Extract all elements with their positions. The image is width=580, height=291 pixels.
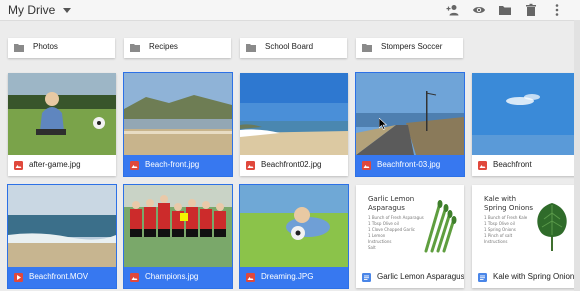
folder-icon <box>362 44 372 52</box>
image-file-icon <box>362 161 371 170</box>
more-vert-icon[interactable] <box>550 3 564 17</box>
folder-label: Recipes <box>149 42 178 51</box>
doc-line: 1 Pinch of salt <box>484 233 513 238</box>
file-caption: Beachfront-03.jpg <box>356 155 464 176</box>
file-caption: Champions.jpg <box>124 267 232 288</box>
folder-stompers-soccer[interactable]: Stompers Soccer <box>356 38 463 58</box>
my-drive-menu[interactable]: My Drive <box>8 3 71 17</box>
photo-thumbnail <box>472 73 580 155</box>
folder-icon <box>130 44 140 52</box>
doc-line: 1 Tbsp Olive oil <box>368 221 399 226</box>
doc-line: 1 Spring Onions <box>484 227 516 232</box>
folder-label: School Board <box>265 42 314 51</box>
video-thumbnail <box>8 185 116 267</box>
folder-label: Stompers Soccer <box>381 42 443 51</box>
doc-line: Instructions <box>368 239 392 244</box>
doc-line: 1 Tbsp Olive oil <box>484 221 515 226</box>
doc-line: 1 Clove Chopped Garlic <box>368 227 416 232</box>
file-tile[interactable]: Beachfront <box>472 73 580 176</box>
doc-preview-title: Garlic Lemon Asparagus <box>368 195 414 213</box>
folder-recipes[interactable]: Recipes <box>124 38 231 58</box>
file-caption: Beachfront <box>472 155 580 176</box>
file-caption: Kale with Spring Onions <box>472 267 580 288</box>
top-toolbar: My Drive <box>0 0 580 21</box>
file-caption: Dreaming.JPG <box>240 267 348 288</box>
image-file-icon <box>14 161 23 170</box>
doc-line: Instructions <box>484 239 508 244</box>
doc-preview: Garlic Lemon Asparagus 1 Bunch of Fresh … <box>356 185 464 267</box>
doc-line: 1 Lemon <box>368 233 386 238</box>
file-name: Beachfront-03.jpg <box>377 160 441 169</box>
folder-icon <box>246 44 256 52</box>
folder-icon <box>14 44 24 52</box>
chevron-down-icon <box>63 8 71 13</box>
page-title: My Drive <box>8 3 56 17</box>
file-tile[interactable]: Beach-front.jpg <box>124 73 232 176</box>
photo-thumbnail <box>8 73 116 155</box>
doc-file-icon <box>362 273 371 282</box>
photo-thumbnail <box>124 185 232 267</box>
file-name: Champions.jpg <box>145 272 199 281</box>
file-tile[interactable]: Kale with Spring Onions 1 Bunch of Fresh… <box>472 185 580 288</box>
photo-thumbnail <box>240 73 348 155</box>
doc-preview-title: Kale with Spring Onions <box>484 195 533 213</box>
file-caption: Garlic Lemon Asparagus <box>356 267 464 288</box>
file-name: Beachfront.MOV <box>29 272 89 281</box>
file-tile[interactable]: Beachfront-03.jpg <box>356 73 464 176</box>
file-tile[interactable]: Beachfront02.jpg <box>240 73 348 176</box>
file-name: Kale with Spring Onions <box>493 272 579 281</box>
scrollbar[interactable] <box>574 20 580 291</box>
file-name: after-game.jpg <box>29 160 81 169</box>
file-tile[interactable]: after-game.jpg <box>8 73 116 176</box>
file-caption: Beach-front.jpg <box>124 155 232 176</box>
photo-thumbnail <box>240 185 348 267</box>
file-tile[interactable]: Garlic Lemon Asparagus 1 Bunch of Fresh … <box>356 185 464 288</box>
file-tile[interactable]: Champions.jpg <box>124 185 232 288</box>
asparagus-illustration <box>424 200 457 253</box>
doc-title-line: Garlic Lemon <box>368 195 415 203</box>
file-caption: Beachfront.MOV <box>8 267 116 288</box>
doc-line: 1 Bunch of Fresh Asparagus <box>368 215 424 220</box>
file-tile[interactable]: Beachfront.MOV <box>8 185 116 288</box>
doc-title-line: Asparagus <box>368 204 405 212</box>
file-name: Beach-front.jpg <box>145 160 200 169</box>
file-caption: Beachfront02.jpg <box>240 155 348 176</box>
video-file-icon <box>14 273 23 282</box>
doc-file-icon <box>478 273 487 282</box>
photo-thumbnail <box>356 73 464 155</box>
doc-preview: Kale with Spring Onions 1 Bunch of Fresh… <box>472 185 580 267</box>
image-file-icon <box>246 161 255 170</box>
image-file-icon <box>478 161 487 170</box>
file-name: Dreaming.JPG <box>261 272 314 281</box>
file-tile[interactable]: Dreaming.JPG <box>240 185 348 288</box>
image-file-icon <box>130 161 139 170</box>
eye-icon[interactable] <box>472 3 486 17</box>
folder-icon[interactable] <box>498 3 512 17</box>
doc-line: 1 Bunch of Fresh Kale <box>484 215 528 220</box>
doc-line: Salt <box>368 245 376 250</box>
doc-title-line: Kale with <box>484 195 517 203</box>
folder-photos[interactable]: Photos <box>8 38 115 58</box>
kale-illustration <box>537 203 567 251</box>
doc-title-line: Spring Onions <box>484 204 534 212</box>
add-person-icon[interactable] <box>446 3 460 17</box>
image-file-icon <box>246 273 255 282</box>
folder-school-board[interactable]: School Board <box>240 38 347 58</box>
trash-icon[interactable] <box>524 3 538 17</box>
file-name: Beachfront02.jpg <box>261 160 322 169</box>
file-name: Garlic Lemon Asparagus <box>377 272 464 281</box>
folder-label: Photos <box>33 42 58 51</box>
mouse-cursor-icon <box>379 118 387 130</box>
image-file-icon <box>130 273 139 282</box>
file-caption: after-game.jpg <box>8 155 116 176</box>
file-name: Beachfront <box>493 160 532 169</box>
photo-thumbnail <box>124 73 232 155</box>
